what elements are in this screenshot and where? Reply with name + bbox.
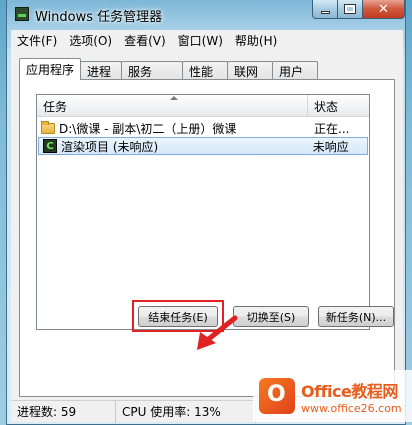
task-manager-window: Windows 任务管理器 ✕ 文件(F) 选项(O) 查看(V) 窗口(W) …: [6, 0, 412, 425]
process-count: 进程数: 59: [11, 400, 116, 423]
logo-letter: O: [267, 382, 286, 407]
watermark: O Office教程网 www.office26.com: [253, 370, 412, 422]
office-logo-icon: O: [259, 378, 295, 414]
cpu-usage: CPU 使用率: 13%: [116, 400, 256, 423]
watermark-title: Office教程网: [301, 381, 398, 401]
tab-applications[interactable]: 应用程序: [19, 58, 82, 80]
watermark-texts: Office教程网 www.office26.com: [301, 378, 402, 415]
watermark-url: www.office26.com: [301, 401, 402, 415]
